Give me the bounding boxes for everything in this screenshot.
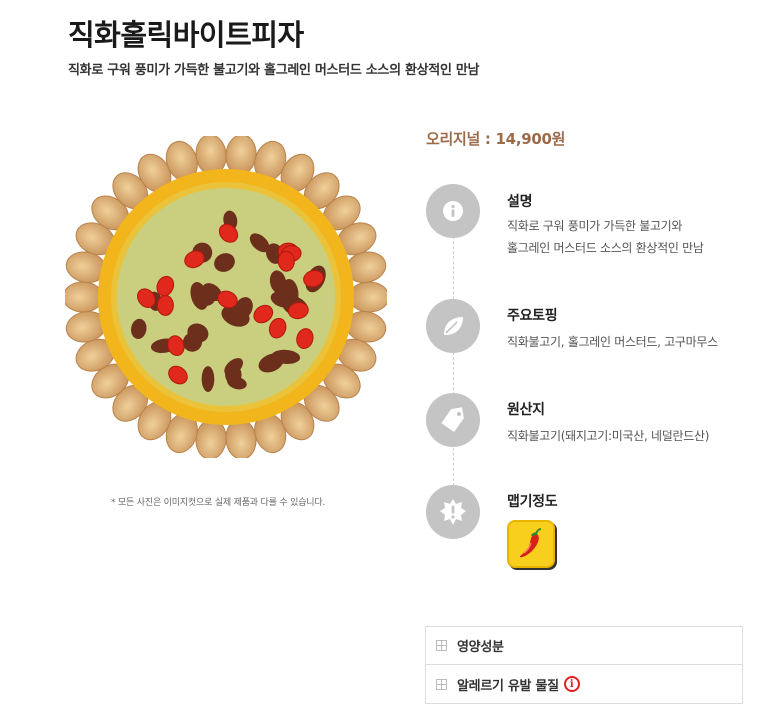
pizza-crust-bite xyxy=(65,281,104,313)
toppings-title: 주요토핑 xyxy=(507,308,558,324)
warning-icon xyxy=(426,485,480,539)
spicy-title: 맵기정도 xyxy=(507,494,558,510)
chili-pepper-icon xyxy=(519,528,542,558)
tomato-topping xyxy=(277,250,295,272)
timeline-divider xyxy=(453,236,454,496)
pizza-crust-bite xyxy=(348,281,387,313)
origin-text: 직화불고기(돼지고기:미국산, 네덜란드산) xyxy=(507,429,710,443)
tag-icon xyxy=(426,393,480,447)
page-title: 직화홀릭바이트피자 xyxy=(68,18,304,52)
image-disclaimer: * 모든 사진은 이미지컷으로 실제 제품과 다를 수 있습니다. xyxy=(111,498,326,508)
origin-title: 원산지 xyxy=(507,402,545,418)
spicy-level-badge xyxy=(507,520,555,568)
description-title: 설명 xyxy=(507,194,533,210)
product-accordion: 영양성분 알레르기 유발 물질 i xyxy=(425,626,743,704)
allergy-alert-icon[interactable]: i xyxy=(563,676,580,692)
expand-plus-icon xyxy=(436,678,447,690)
description-text-line2: 홀그레인 머스터드 소스의 환상적인 만남 xyxy=(507,241,704,255)
expand-plus-icon xyxy=(436,640,447,651)
leaf-icon xyxy=(426,299,480,353)
pizza-image xyxy=(65,136,387,458)
bulgogi-topping xyxy=(201,366,215,392)
toppings-text: 직화불고기, 홀그레인 머스터드, 고구마무스 xyxy=(507,335,718,349)
allergy-label: 알레르기 유발 물질 xyxy=(457,678,559,694)
price-label: 오리지널 : 14,900원 xyxy=(426,130,566,148)
description-text-line1: 직화로 구워 풍미가 가득한 불고기와 xyxy=(507,219,683,233)
nutrition-label: 영양성분 xyxy=(457,640,504,655)
tomato-topping xyxy=(156,294,174,316)
nutrition-accordion-item[interactable]: 영양성분 xyxy=(426,627,742,665)
page-subtitle: 직화로 구워 풍미가 가득한 불고기와 홀그레인 머스터드 소스의 환상적인 만… xyxy=(68,63,480,78)
info-icon xyxy=(426,184,480,238)
allergy-accordion-item[interactable]: 알레르기 유발 물질 i xyxy=(426,665,742,703)
